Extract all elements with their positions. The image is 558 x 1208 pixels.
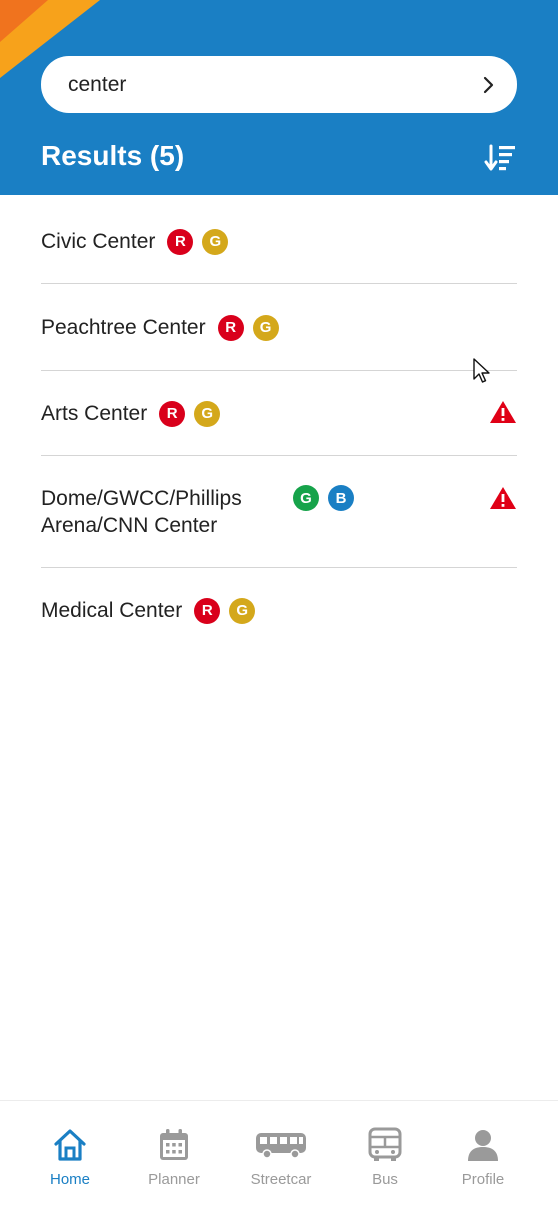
chevron-right-icon[interactable] bbox=[481, 74, 497, 96]
sort-icon[interactable] bbox=[484, 143, 518, 173]
results-title: Results (5) bbox=[41, 140, 185, 171]
calendar-icon bbox=[158, 1127, 190, 1163]
line-badge-red: R bbox=[217, 314, 244, 341]
tab-streetcar[interactable]: Streetcar bbox=[231, 1101, 331, 1208]
list-item[interactable]: Peachtree Center R G bbox=[41, 314, 517, 341]
line-badge-gold: G bbox=[229, 597, 256, 624]
header: center Results (5) bbox=[0, 0, 558, 195]
mouse-cursor-icon bbox=[473, 358, 490, 383]
alert-warning-icon[interactable] bbox=[489, 400, 517, 424]
station-name-line1: Dome/GWCC/Phillips bbox=[41, 487, 242, 510]
home-icon bbox=[52, 1127, 88, 1163]
list-item[interactable]: Medical Center R G bbox=[41, 597, 517, 624]
alert-warning-icon[interactable] bbox=[489, 486, 517, 510]
streetcar-icon bbox=[255, 1127, 307, 1163]
tab-home[interactable]: Home bbox=[20, 1101, 120, 1208]
tab-planner-label: Planner bbox=[148, 1171, 200, 1188]
tab-bus-label: Bus bbox=[372, 1171, 398, 1188]
station-name: Civic Center bbox=[41, 230, 156, 253]
bus-icon bbox=[368, 1127, 402, 1163]
station-name: Arts Center bbox=[41, 402, 148, 425]
divider bbox=[41, 283, 517, 284]
station-name-line2: Arena/CNN Center bbox=[41, 514, 218, 537]
tab-streetcar-label: Streetcar bbox=[250, 1171, 312, 1188]
list-item[interactable]: Dome/GWCC/Phillips Arena/CNN Center G B bbox=[41, 485, 517, 539]
tab-bus[interactable]: Bus bbox=[335, 1101, 435, 1208]
station-name: Peachtree Center bbox=[41, 316, 206, 339]
divider bbox=[41, 455, 517, 456]
line-badge-red: R bbox=[159, 400, 186, 427]
line-badge-blue: B bbox=[328, 485, 354, 511]
tab-planner[interactable]: Planner bbox=[124, 1101, 224, 1208]
search-input[interactable]: center bbox=[41, 56, 517, 113]
line-badge-gold: G bbox=[194, 400, 221, 427]
line-badge-gold: G bbox=[202, 228, 229, 255]
search-input-value[interactable]: center bbox=[68, 73, 481, 97]
list-item[interactable]: Arts Center R G bbox=[41, 400, 517, 427]
station-name: Medical Center bbox=[41, 599, 183, 622]
divider bbox=[41, 370, 517, 371]
line-badge-gold: G bbox=[252, 314, 279, 341]
station-name: Dome/GWCC/Phillips Arena/CNN Center bbox=[41, 485, 281, 539]
tab-home-label: Home bbox=[49, 1171, 90, 1188]
person-icon bbox=[466, 1127, 500, 1163]
line-badge-green: G bbox=[293, 485, 319, 511]
line-badge-red: R bbox=[194, 597, 221, 624]
tab-profile-label: Profile bbox=[461, 1171, 505, 1188]
list-item[interactable]: Civic Center R G bbox=[41, 228, 517, 255]
line-badge-red: R bbox=[167, 228, 194, 255]
divider bbox=[41, 567, 517, 568]
tab-profile[interactable]: Profile bbox=[433, 1101, 533, 1208]
bottom-tab-bar: Home Planner Streetcar Bus Profile bbox=[0, 1100, 558, 1208]
